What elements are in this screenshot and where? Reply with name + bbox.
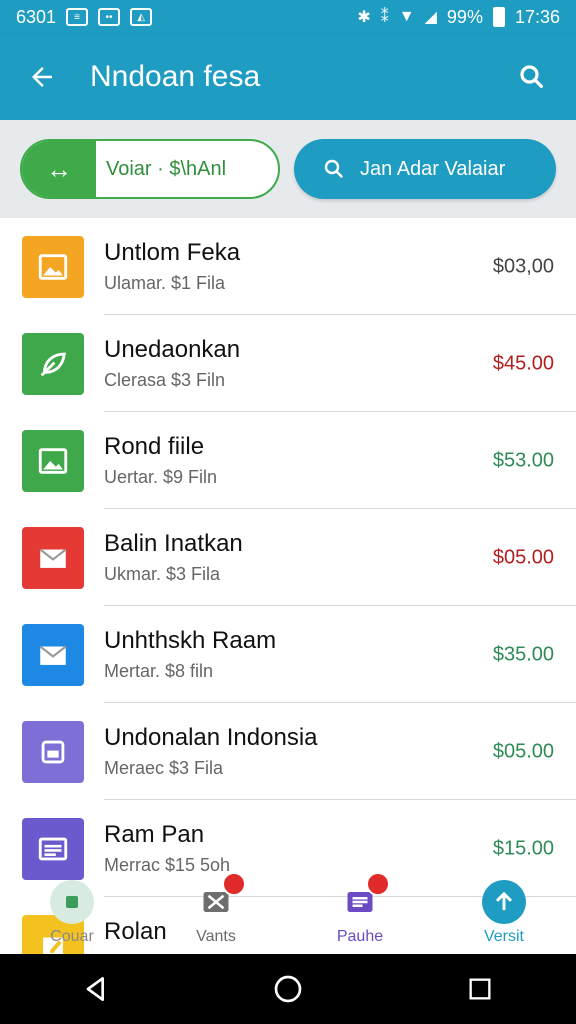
bottom-nav-item[interactable]: Versit	[449, 880, 559, 946]
message-icon: ••	[98, 8, 121, 26]
bottom-nav-item[interactable]: Vants	[161, 872, 271, 946]
search-action-button[interactable]	[510, 55, 554, 99]
list-item-price: $45.00	[492, 352, 554, 374]
notification-badge	[222, 872, 246, 896]
clock: 17:36	[514, 6, 560, 27]
back-button[interactable]	[22, 57, 62, 97]
list-item-price: $35.00	[492, 643, 554, 665]
list-item-price: $03,00	[492, 255, 554, 277]
leaf-icon	[22, 332, 84, 395]
action-row: ↔ Voiar · $\hAnl Jan Adar Valaiar	[0, 120, 576, 218]
list-item-price: $53.00	[492, 449, 554, 471]
bottom-nav-label: Vants	[196, 928, 236, 945]
wifi-icon: ▼	[398, 8, 415, 25]
bottom-nav-label: Versit	[483, 928, 524, 945]
system-home-button[interactable]	[258, 959, 318, 1019]
circle-home-icon	[274, 975, 302, 1003]
mail-icon	[22, 526, 84, 589]
swap-arrows-icon: ↔	[22, 141, 96, 197]
image-icon	[22, 235, 84, 298]
bottom-nav-item[interactable]: Couar	[17, 880, 127, 946]
system-recents-button[interactable]	[450, 959, 510, 1019]
square-recents-icon	[469, 978, 491, 1000]
battery-icon	[492, 7, 505, 27]
bottom-nav-label: Couar	[50, 928, 94, 945]
app-bar: Nndoan fesa	[0, 34, 576, 120]
search-button[interactable]: Jan Adar Valaiar	[294, 139, 556, 199]
upload-icon	[482, 880, 526, 924]
notification-icon: ≡	[66, 8, 89, 26]
list-item[interactable]: Balin Inatkan Ukmar. $3 Fila $05.00	[0, 509, 576, 606]
list-item[interactable]: Unedaonkan Clerasa $3 Filn $45.00	[0, 315, 576, 412]
mail-icon	[22, 623, 84, 686]
vibrate-icon: ⁑	[380, 9, 389, 26]
home-icon	[50, 880, 94, 924]
bottom-navigation: Couar Vants Pauhe Versit	[0, 860, 576, 954]
system-navigation-bar	[0, 954, 576, 1024]
list-icon	[338, 872, 390, 924]
file-list: Untlom Feka Ulamar. $1 Fila $03,00 Unedaonk…	[0, 218, 576, 954]
system-back-button[interactable]	[66, 959, 126, 1019]
bluetooth-icon: ✱	[357, 9, 371, 26]
notification-badge	[366, 872, 390, 896]
page-title: Nndoan fesa	[90, 60, 261, 93]
arrow-left-icon	[32, 67, 52, 87]
transfer-label: Voiar · $\hAnl	[106, 157, 227, 180]
image-icon	[22, 429, 84, 492]
list-item-price: $15.00	[492, 837, 554, 859]
list-item[interactable]: Untlom Feka Ulamar. $1 Fila $03,00	[0, 218, 576, 315]
status-bar: 6301 ≡ •• ◭ ✱ ⁑ ▼ ◢ 99% 17:36	[0, 0, 576, 34]
triangle-back-icon	[86, 977, 104, 1001]
list-item[interactable]: Rond fiile Uertar. $9 Filn $53.00	[0, 412, 576, 509]
image-notification-icon: ◭	[130, 8, 153, 26]
list-item-price: $05.00	[492, 546, 554, 568]
search-icon	[520, 65, 543, 88]
search-button-label: Jan Adar Valaiar	[360, 157, 506, 180]
status-left-text: 6301	[16, 6, 57, 27]
list-item-price: $05.00	[492, 740, 554, 762]
bottom-nav-item[interactable]: Pauhe	[305, 872, 415, 946]
battery-percent: 99%	[446, 6, 483, 27]
list-item[interactable]: Unhthskh Raam Mertar. $8 filn $35.00	[0, 606, 576, 703]
search-icon	[324, 159, 343, 178]
bottom-nav-label: Pauhe	[336, 928, 384, 945]
transfer-button[interactable]: ↔ Voiar · $\hAnl	[20, 139, 280, 199]
folder-icon	[22, 720, 84, 783]
signal-icon: ◢	[424, 9, 437, 26]
cross-icon	[194, 872, 246, 924]
list-item[interactable]: Undonalan Indonsia Meraec $3 Fila $05.00	[0, 703, 576, 800]
